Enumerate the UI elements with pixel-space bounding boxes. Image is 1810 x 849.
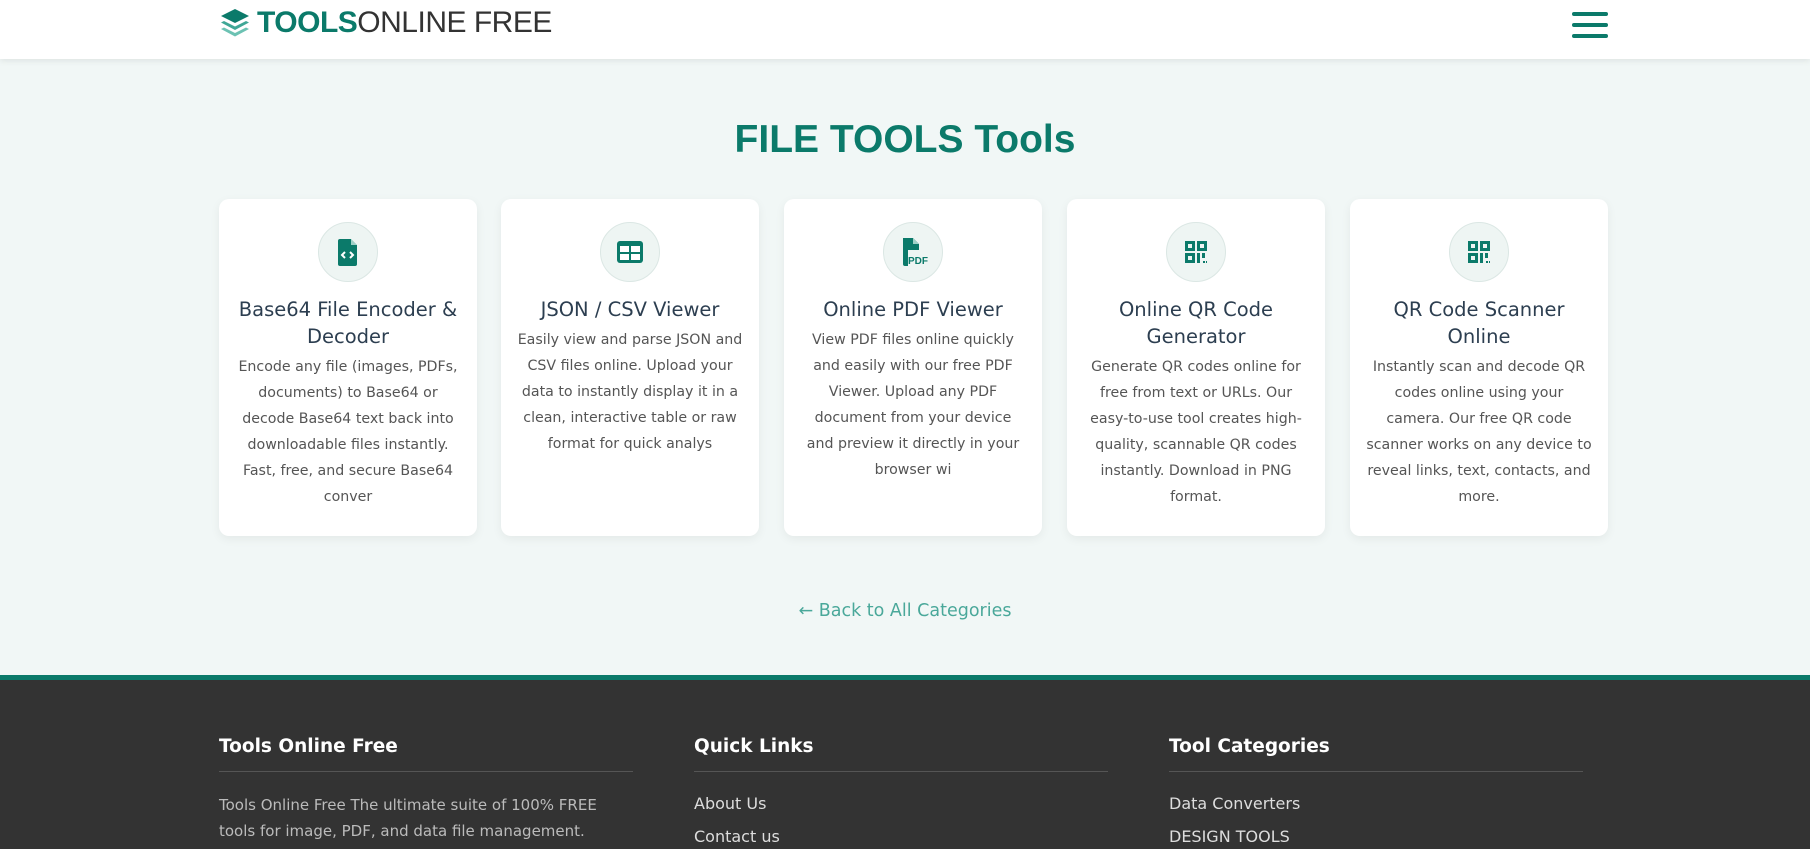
card-title: Online PDF Viewer bbox=[823, 298, 1003, 321]
footer-about-text: Tools Online Free The ultimate suite of … bbox=[219, 796, 597, 840]
site-logo[interactable]: TOOLS ONLINE FREE bbox=[219, 6, 552, 39]
footer-heading: Tools Online Free bbox=[219, 736, 633, 772]
file-code-icon bbox=[318, 222, 378, 282]
footer-quick-links: Quick Links About Us Contact us bbox=[694, 736, 1108, 846]
back-link-label: Back to All Categories bbox=[818, 601, 1012, 621]
footer-link-contact-us[interactable]: Contact us bbox=[694, 827, 1108, 846]
hamburger-menu-icon[interactable] bbox=[1572, 12, 1608, 38]
card-description: Encode any file (images, PDFs, documents… bbox=[238, 359, 458, 505]
card-title: QR Code Scanner Online bbox=[1393, 298, 1565, 348]
file-pdf-icon: PDF bbox=[883, 222, 943, 282]
site-footer: Tools Online Free Tools Online Free The … bbox=[0, 675, 1810, 849]
page-title: FILE TOOLS Tools bbox=[734, 118, 1076, 161]
card-description: Generate QR codes online for free from t… bbox=[1090, 359, 1302, 505]
footer-tool-categories: Tool Categories Data Converters DESIGN T… bbox=[1169, 736, 1583, 846]
logo-bold-text: TOOLS bbox=[257, 6, 358, 39]
tool-card-json-csv[interactable]: JSON / CSV Viewer Easily view and parse … bbox=[501, 199, 759, 536]
footer-heading: Tool Categories bbox=[1169, 736, 1583, 772]
back-to-categories-link[interactable]: ← Back to All Categories bbox=[799, 601, 1012, 621]
back-link-container: ← Back to All Categories bbox=[0, 601, 1810, 621]
tool-card-qr-generator[interactable]: Online QR Code Generator Generate QR cod… bbox=[1067, 199, 1325, 536]
card-description: Easily view and parse JSON and CSV files… bbox=[517, 332, 743, 452]
footer-heading: Quick Links bbox=[694, 736, 1108, 772]
tool-card-qr-scanner[interactable]: QR Code Scanner Online Instantly scan an… bbox=[1350, 199, 1608, 536]
card-description: Instantly scan and decode QR codes onlin… bbox=[1366, 359, 1592, 505]
footer-link-design-tools[interactable]: DESIGN TOOLS bbox=[1169, 827, 1583, 846]
svg-text:PDF: PDF bbox=[908, 256, 928, 267]
logo-light-text: ONLINE FREE bbox=[357, 6, 552, 39]
layers-icon bbox=[221, 9, 249, 37]
site-header: TOOLS ONLINE FREE bbox=[0, 0, 1810, 59]
table-icon bbox=[600, 222, 660, 282]
footer-about: Tools Online Free Tools Online Free The … bbox=[219, 736, 633, 844]
tool-card-pdf-viewer[interactable]: PDF Online PDF Viewer View PDF files onl… bbox=[784, 199, 1042, 536]
arrow-left-icon: ← bbox=[798, 601, 819, 621]
qrcode-icon bbox=[1449, 222, 1509, 282]
card-title: Base64 File Encoder & Decoder bbox=[238, 298, 458, 348]
footer-link-about-us[interactable]: About Us bbox=[694, 794, 1108, 813]
card-description: View PDF files online quickly and easily… bbox=[806, 332, 1020, 478]
card-title: JSON / CSV Viewer bbox=[540, 298, 720, 321]
tool-card-base64[interactable]: Base64 File Encoder & Decoder Encode any… bbox=[219, 199, 477, 536]
card-title: Online QR Code Generator bbox=[1118, 298, 1274, 348]
qrcode-icon bbox=[1166, 222, 1226, 282]
footer-link-data-converters[interactable]: Data Converters bbox=[1169, 794, 1583, 813]
